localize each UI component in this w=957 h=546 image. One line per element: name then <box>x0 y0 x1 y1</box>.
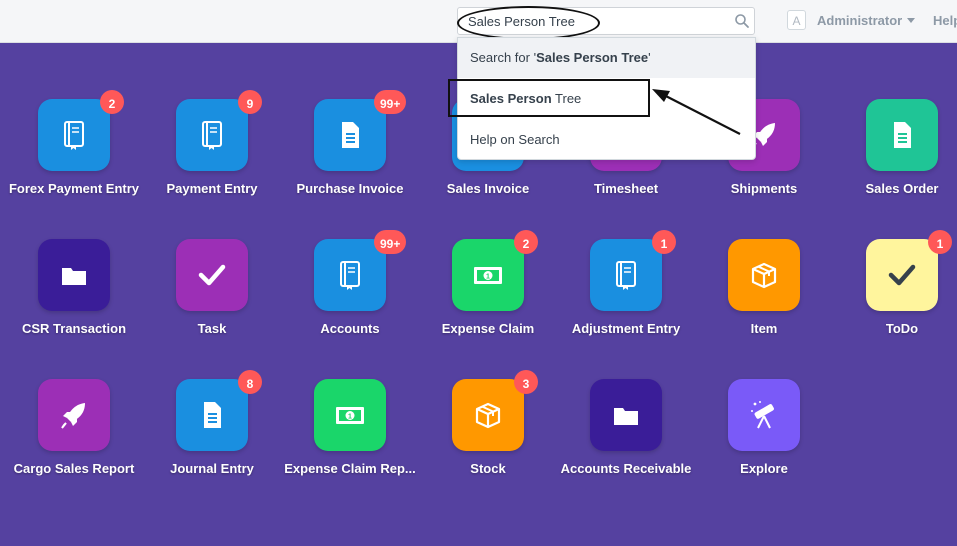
module-label[interactable]: Forex Payment Entry <box>0 181 148 196</box>
module-label[interactable]: CSR Transaction <box>0 321 148 336</box>
module-label[interactable]: Cargo Sales Report <box>0 461 148 476</box>
module-label[interactable]: Payment Entry <box>138 181 286 196</box>
file-icon <box>204 402 221 428</box>
module-label[interactable]: Task <box>138 321 286 336</box>
notification-badge: 8 <box>238 370 262 394</box>
rocket-icon <box>61 403 85 429</box>
module-label[interactable]: Sales Order <box>828 181 957 196</box>
dropdown-item-prefix: Search for ' <box>470 50 537 65</box>
notification-badge: 2 <box>514 230 538 254</box>
money-icon: 1 <box>474 267 502 284</box>
box-icon <box>475 402 501 429</box>
notification-badge: 9 <box>238 90 262 114</box>
module-label[interactable]: ToDo <box>828 321 957 336</box>
notification-badge: 2 <box>100 90 124 114</box>
module-icon-tile[interactable] <box>452 379 524 451</box>
module-tile[interactable]: 2 Forex Payment Entry <box>4 90 144 225</box>
money-icon: 1 <box>336 407 364 424</box>
file-icon <box>894 122 911 148</box>
module-label[interactable]: Expense Claim <box>414 321 562 336</box>
search-icon[interactable] <box>734 13 750 29</box>
module-label[interactable]: Explore <box>690 461 838 476</box>
module-icon-tile[interactable] <box>590 239 662 311</box>
notification-badge: 99+ <box>374 230 407 254</box>
chevron-down-icon <box>907 18 916 23</box>
dropdown-item-rest: Tree <box>551 91 582 106</box>
module-tile[interactable]: 8 Journal Entry <box>142 370 282 505</box>
module-tile[interactable]: Sales Order <box>832 99 957 225</box>
avatar[interactable]: A <box>787 10 806 30</box>
module-label[interactable]: Stock <box>414 461 562 476</box>
module-tile[interactable]: Accounts Receivable <box>556 379 696 505</box>
module-label[interactable]: Purchase Invoice <box>276 181 424 196</box>
module-icon-tile[interactable] <box>866 239 938 311</box>
module-tile[interactable]: 1 2 Expense Claim <box>418 230 558 365</box>
module-tile[interactable]: CSR Transaction <box>4 239 144 365</box>
notification-badge: 99+ <box>374 90 407 114</box>
book-icon <box>64 121 84 150</box>
user-menu[interactable]: Administrator <box>817 13 916 28</box>
book-icon <box>340 261 360 290</box>
module-label[interactable]: Accounts <box>276 321 424 336</box>
module-icon-tile[interactable] <box>176 239 248 311</box>
module-tile[interactable]: 1 Adjustment Entry <box>556 230 696 365</box>
file-icon <box>342 122 359 148</box>
module-tile[interactable]: Cargo Sales Report <box>4 379 144 505</box>
module-icon-tile[interactable] <box>314 239 386 311</box>
check-icon <box>888 264 916 286</box>
dropdown-item-query: Sales Person Tree <box>536 50 649 65</box>
user-name: Administrator <box>817 13 903 28</box>
module-tile[interactable]: 99+ Accounts <box>280 230 420 365</box>
module-icon-tile[interactable] <box>176 99 248 171</box>
module-icon-tile[interactable] <box>38 239 110 311</box>
notification-badge: 1 <box>928 230 952 254</box>
module-tile[interactable]: 99+ Purchase Invoice <box>280 90 420 225</box>
module-icon-tile[interactable] <box>314 99 386 171</box>
dropdown-item-suffix: ' <box>648 50 651 65</box>
module-icon-tile[interactable] <box>38 379 110 451</box>
module-label[interactable]: Accounts Receivable <box>552 461 700 476</box>
dropdown-item-match: Sales Person <box>470 91 552 106</box>
check-icon <box>198 264 226 286</box>
telescope-icon <box>751 401 774 429</box>
dropdown-item-sales-person-tree[interactable]: Sales Person Tree <box>458 79 755 119</box>
module-icon-tile[interactable] <box>728 379 800 451</box>
awesomebar[interactable] <box>457 7 755 35</box>
module-tile[interactable]: 9 Payment Entry <box>142 90 282 225</box>
module-tile[interactable]: 1 Expense Claim Rep... <box>280 379 420 505</box>
folder-icon <box>614 408 638 425</box>
dropdown-item-help-on-search[interactable]: Help on Search <box>458 120 755 160</box>
module-label[interactable]: Sales Invoice <box>414 181 562 196</box>
module-icon-tile[interactable] <box>176 379 248 451</box>
module-tile[interactable]: Item <box>694 239 834 365</box>
notification-badge: 1 <box>652 230 676 254</box>
module-label[interactable]: Item <box>690 321 838 336</box>
help-menu[interactable]: Help <box>933 13 957 28</box>
book-icon <box>202 121 222 150</box>
svg-text:1: 1 <box>486 274 490 281</box>
module-tile[interactable]: Explore <box>694 379 834 505</box>
module-icon-tile[interactable]: 1 <box>452 239 524 311</box>
module-icon-tile[interactable] <box>590 379 662 451</box>
module-tile[interactable]: 1 ToDo <box>832 230 957 365</box>
notification-badge: 3 <box>514 370 538 394</box>
module-label[interactable]: Timesheet <box>552 181 700 196</box>
module-label[interactable]: Adjustment Entry <box>552 321 700 336</box>
folder-icon <box>62 268 86 285</box>
module-label[interactable]: Expense Claim Rep... <box>276 461 424 476</box>
module-label[interactable]: Journal Entry <box>138 461 286 476</box>
book-icon <box>616 261 636 290</box>
dropdown-item-search-for[interactable]: Search for 'Sales Person Tree' <box>458 38 755 78</box>
module-icon-tile[interactable] <box>866 99 938 171</box>
module-icon-tile[interactable] <box>38 99 110 171</box>
search-input[interactable] <box>468 8 728 34</box>
module-tile[interactable]: Task <box>142 239 282 365</box>
module-label[interactable]: Shipments <box>690 181 838 196</box>
search-dropdown: Search for 'Sales Person Tree' Sales Per… <box>457 37 756 160</box>
module-icon-tile[interactable] <box>728 239 800 311</box>
module-tile[interactable]: 3 Stock <box>418 370 558 505</box>
svg-text:1: 1 <box>348 414 352 421</box>
box-icon <box>751 262 777 289</box>
module-icon-tile[interactable]: 1 <box>314 379 386 451</box>
